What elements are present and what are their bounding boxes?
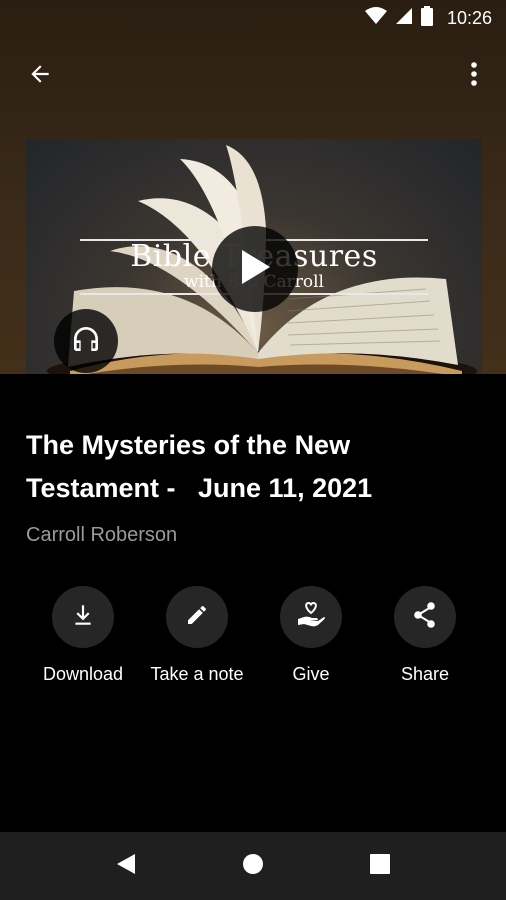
status-time: 10:26 <box>446 7 492 28</box>
circle-home-icon <box>241 852 265 881</box>
share-button[interactable]: Share <box>368 586 482 685</box>
download-label: Download <box>42 664 124 684</box>
back-button[interactable] <box>20 56 60 96</box>
play-button[interactable] <box>212 226 298 312</box>
play-icon <box>238 248 272 291</box>
nav-back-button[interactable] <box>104 844 148 888</box>
give-button[interactable]: Give <box>254 586 368 685</box>
cell-signal-icon <box>395 7 413 30</box>
download-icon <box>70 602 96 633</box>
download-button-circle[interactable] <box>52 586 114 648</box>
audio-mode-button[interactable] <box>54 309 118 373</box>
episode-author: Carroll Roberson <box>26 524 178 546</box>
share-label: Share <box>400 664 450 684</box>
status-bar: 10:26 <box>0 0 506 36</box>
take-note-label: Take a note <box>150 664 244 684</box>
heart-hand-icon <box>296 601 326 634</box>
wifi-icon <box>364 6 387 30</box>
episode-title: The Mysteries of the New Testament - Jun… <box>26 430 373 503</box>
system-nav-bar <box>0 832 506 900</box>
app-bar <box>0 48 506 100</box>
take-note-button[interactable]: Take a note <box>140 586 254 685</box>
share-button-circle[interactable] <box>394 586 456 648</box>
headphones-icon <box>70 323 102 360</box>
download-button[interactable]: Download <box>26 586 140 685</box>
arrow-back-icon <box>27 61 53 92</box>
nav-recents-button[interactable] <box>358 844 402 888</box>
more-vert-icon <box>470 61 478 92</box>
give-label: Give <box>292 664 330 684</box>
nav-home-button[interactable] <box>231 844 275 888</box>
triangle-back-icon <box>115 852 137 881</box>
square-recents-icon <box>369 853 391 880</box>
give-button-circle[interactable] <box>280 586 342 648</box>
pencil-icon <box>185 603 209 632</box>
more-options-button[interactable] <box>456 56 492 96</box>
take-note-button-circle[interactable] <box>166 586 228 648</box>
share-icon <box>412 601 438 634</box>
action-row: Download Take a note Give Share <box>0 586 506 696</box>
battery-icon <box>420 5 433 31</box>
